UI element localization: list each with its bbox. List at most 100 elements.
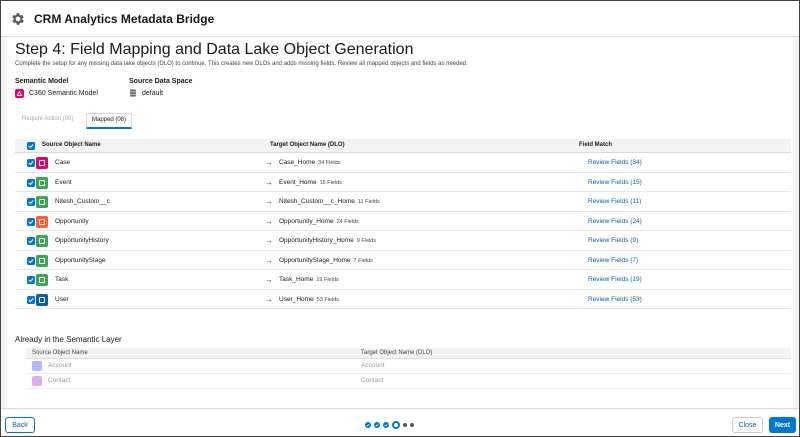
- main-panel: Step 4: Field Mapping and Data Lake Obje…: [6, 37, 794, 408]
- step-pending-icon: [403, 423, 407, 427]
- row-checkbox[interactable]: [27, 178, 35, 187]
- tab-mapped[interactable]: Mapped (08): [86, 113, 133, 129]
- review-fields-link[interactable]: Review Fields (11): [588, 198, 641, 205]
- table-row: Task → Task_Home 19 Fields Review Fields (19…: [15, 270, 791, 290]
- semantic-layer-body: Account Account Contact Contact: [26, 359, 791, 389]
- source-object-name: Nitesh_Custom__c: [55, 198, 110, 205]
- review-fields-link[interactable]: Review Fields (19): [588, 276, 642, 283]
- source-object-name: User: [55, 295, 69, 303]
- field-count: 53 Fields: [316, 296, 340, 303]
- semantic-layer-row: Account Account: [26, 359, 791, 374]
- task-icon: [36, 274, 48, 286]
- review-fields-link[interactable]: Review Fields (7): [588, 257, 638, 264]
- table-row: User → User_Home 53 Fields Review Fields (53…: [15, 290, 791, 309]
- target-object-name: OpportunityStage_Home: [279, 256, 351, 264]
- step-complete-icon: [383, 422, 389, 428]
- step-progress-indicator: [365, 421, 414, 429]
- row-checkbox[interactable]: [27, 256, 35, 265]
- table-header: Source Object Name Target Object Name (D…: [15, 139, 791, 153]
- table-row: Event → Event_Home 15 Fields Review Fields (…: [15, 173, 791, 192]
- tab-bar: Require Action (00) Mapped (08): [15, 113, 775, 129]
- select-all-checkbox[interactable]: [27, 142, 35, 150]
- target-object-name: Case_Home: [279, 159, 316, 166]
- review-fields-link[interactable]: Review Fields (53): [588, 296, 642, 303]
- tab-require-action[interactable]: Require Action (00): [17, 113, 78, 129]
- row-checkbox[interactable]: [27, 276, 35, 284]
- field-count: 15 Fields: [319, 179, 342, 186]
- arrow-right-icon: →: [265, 255, 273, 265]
- field-count: 19 Fields: [316, 277, 339, 283]
- app-title: CRM Analytics Metadata Bridge: [34, 11, 215, 26]
- semantic-model-value: C360 Semantic Model: [15, 89, 98, 98]
- opportunity-icon: [36, 215, 48, 228]
- user-icon: [36, 293, 48, 306]
- target-object-cell: User_Home 53 Fields: [279, 296, 339, 303]
- row-checkbox[interactable]: [27, 198, 35, 206]
- target-object-name: Opportunity_Home: [279, 217, 334, 225]
- step-description: Complete the setup for any missing data …: [15, 61, 468, 67]
- target-object-name: OpportunityHistory_Home: [279, 237, 354, 244]
- target-object-cell: OpportunityHistory_Home 9 Fields: [279, 237, 376, 244]
- arrow-right-icon: →: [265, 236, 273, 245]
- table-row: Nitesh_Custom__c → Nitesh_Custom__c_Home 11…: [15, 192, 791, 212]
- target-object-name: User_Home: [279, 295, 314, 303]
- table-body: Case → Case_Home 34 Fields Review Fields (34…: [15, 153, 791, 309]
- semantic-layer-row: Contact Contact: [26, 374, 791, 389]
- step-current-icon: [392, 421, 400, 429]
- custom-object-icon: [36, 196, 48, 208]
- app-header: CRM Analytics Metadata Bridge: [1, 1, 799, 37]
- source-object-name: Opportunity: [55, 217, 89, 225]
- review-fields-link[interactable]: Review Fields (15): [588, 179, 642, 186]
- step-complete-icon: [374, 422, 380, 428]
- source-data-space-value: default: [129, 89, 163, 97]
- source-object-name: Task: [55, 276, 69, 283]
- case-icon: [36, 157, 48, 169]
- table-row: OpportunityStage → OpportunityStage_Home 7 …: [15, 251, 791, 270]
- target-object-cell: Nitesh_Custom__c_Home 11 Fields: [279, 198, 380, 205]
- stage-icon: [36, 254, 48, 267]
- target-object-name: Nitesh_Custom__c_Home: [279, 198, 355, 205]
- source-object-name: Case: [55, 159, 71, 166]
- target-object-cell: OpportunityStage_Home 7 Fields: [279, 257, 373, 264]
- header-source-object: Source Object Name: [42, 142, 101, 148]
- database-icon: [129, 89, 137, 97]
- table-row: Case → Case_Home 34 Fields Review Fields (34…: [15, 153, 791, 173]
- event-icon: [36, 176, 48, 189]
- field-count: 11 Fields: [357, 199, 380, 205]
- field-count: 24 Fields: [336, 218, 359, 225]
- back-button[interactable]: Back: [5, 417, 35, 433]
- close-button[interactable]: Close: [732, 417, 763, 433]
- table-row: Opportunity → Opportunity_Home 24 Fields Rev…: [15, 212, 791, 231]
- field-count: 34 Fields: [318, 160, 341, 166]
- arrow-right-icon: →: [265, 216, 273, 226]
- target-object-cell: Opportunity_Home 24 Fields: [279, 218, 359, 225]
- semantic-layer-table: Source Object Name Target Object Name (D…: [26, 348, 791, 389]
- arrow-right-icon: →: [265, 294, 273, 304]
- source-object-name: OpportunityStage: [55, 256, 106, 264]
- step-pending-icon: [410, 423, 414, 427]
- arrow-right-icon: →: [265, 197, 273, 206]
- row-checkbox[interactable]: [27, 217, 35, 226]
- target-object-name: Task_Home: [279, 276, 314, 283]
- source-object-name: OpportunityHistory: [55, 237, 109, 244]
- target-object-cell: Event_Home 15 Fields: [279, 179, 342, 186]
- field-count: 9 Fields: [356, 238, 377, 244]
- mapped-objects-table: Source Object Name Target Object Name (D…: [15, 139, 791, 309]
- step-title: Step 4: Field Mapping and Data Lake Obje…: [15, 41, 414, 58]
- row-checkbox[interactable]: [27, 159, 35, 167]
- next-button[interactable]: Next: [769, 417, 796, 433]
- review-fields-link[interactable]: Review Fields (24): [588, 218, 642, 225]
- review-fields-link[interactable]: Review Fields (34): [588, 159, 642, 166]
- semantic-source-name: Account: [48, 362, 72, 369]
- review-fields-link[interactable]: Review Fields (9): [588, 237, 638, 244]
- table-row: OpportunityHistory → OpportunityHistory_Ho…: [15, 231, 791, 251]
- source-data-space-name: default: [142, 89, 164, 97]
- row-checkbox[interactable]: [27, 295, 35, 304]
- semantic-layer-header-target: Target Object Name (DLO): [361, 350, 433, 356]
- arrow-right-icon: →: [265, 177, 273, 187]
- target-object-cell: Task_Home 19 Fields: [279, 276, 339, 283]
- source-object-name: Event: [55, 178, 72, 186]
- semantic-target-name: Account: [361, 362, 385, 369]
- semantic-target-name: Contact: [361, 377, 384, 384]
- row-checkbox[interactable]: [27, 237, 35, 245]
